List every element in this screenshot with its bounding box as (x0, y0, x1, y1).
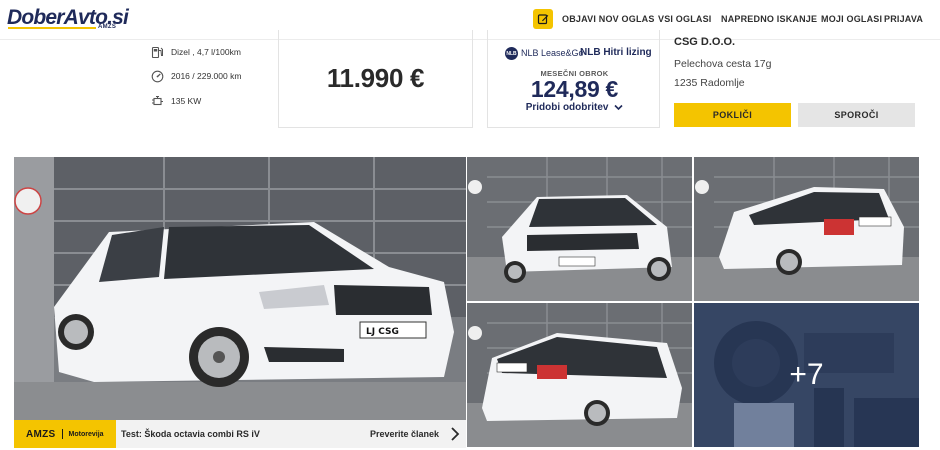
spec-power: 135 KW (151, 94, 201, 108)
edit-icon[interactable] (533, 9, 553, 29)
chevron-right-icon[interactable] (450, 427, 460, 441)
amzs-logo: AMZS Motorevija (14, 420, 116, 448)
gallery-thumbnail[interactable] (467, 303, 692, 447)
amzs-brand: AMZS (26, 428, 56, 440)
dealer-name[interactable]: CSG d.o.o. (674, 36, 735, 48)
article-title: Test: Škoda octavia combi RS iV (121, 429, 260, 439)
monthly-rate-value: 124,89 € (530, 76, 619, 102)
nlb-logo-icon: NLB (505, 47, 518, 60)
spec-fuel-text: Dizel , 4,7 l/100km (171, 47, 241, 57)
read-article-link[interactable]: Preverite članek (370, 429, 439, 439)
amzs-divider (61, 429, 63, 439)
amzs-article-banner[interactable]: AMZS Motorevija Test: Škoda octavia comb… (14, 420, 466, 448)
price-panel: 11.990 € (278, 30, 473, 128)
get-approval-label: Pridobi odobritev (525, 102, 609, 113)
spec-fuel: Dizel , 4,7 l/100km (151, 45, 241, 59)
nav-new-ad[interactable]: OBJAVI NOV OGLAS (562, 14, 655, 24)
plate-text-main: LJ CSG (366, 327, 399, 337)
leasing-product-name: NLB Hitri lizing (580, 47, 652, 58)
engine-icon (151, 95, 164, 108)
get-approval-link[interactable]: Pridobi odobritev (488, 102, 661, 113)
fuel-pump-icon (151, 46, 164, 59)
dealer-address-street: Pelechova cesta 17g (674, 58, 772, 70)
spec-power-text: 135 KW (171, 96, 202, 106)
more-photos-count: +7 (694, 303, 919, 447)
main-car-photo[interactable]: LJ CSG (14, 157, 466, 447)
nav-all-ads[interactable]: VSI OGLASI (658, 14, 712, 24)
gallery-more-photos[interactable]: +7 (694, 303, 919, 447)
leasing-panel: NLB NLB Lease&Go NLB Hitri lizing MESEČN… (487, 30, 660, 128)
nav-advanced-search[interactable]: NAPREDNO ISKANJE (721, 14, 817, 24)
speedometer-icon (151, 70, 164, 83)
gallery-thumbnail[interactable] (694, 157, 919, 301)
message-button[interactable]: SPOROČI (798, 103, 915, 127)
amzs-motorevija: Motorevija (68, 430, 104, 438)
spec-year-mileage-text: 2016 / 229.000 km (171, 71, 242, 81)
logo-amzs-tag: AMZS (98, 24, 117, 30)
logo-underline (8, 27, 96, 29)
chevron-down-icon (614, 104, 623, 110)
leasing-provider-name: NLB Lease&Go (521, 48, 584, 58)
gallery-thumbnail[interactable] (467, 157, 692, 301)
price-value: 11.990 € (326, 63, 425, 93)
nav-login[interactable]: PRIJAVA (884, 14, 923, 24)
nav-my-ads[interactable]: MOJI OGLASI (821, 14, 882, 24)
dealer-address-city: 1235 Radomlje (674, 77, 745, 89)
spec-year-mileage: 2016 / 229.000 km (151, 69, 241, 83)
call-button[interactable]: POKLIČI (674, 103, 791, 127)
